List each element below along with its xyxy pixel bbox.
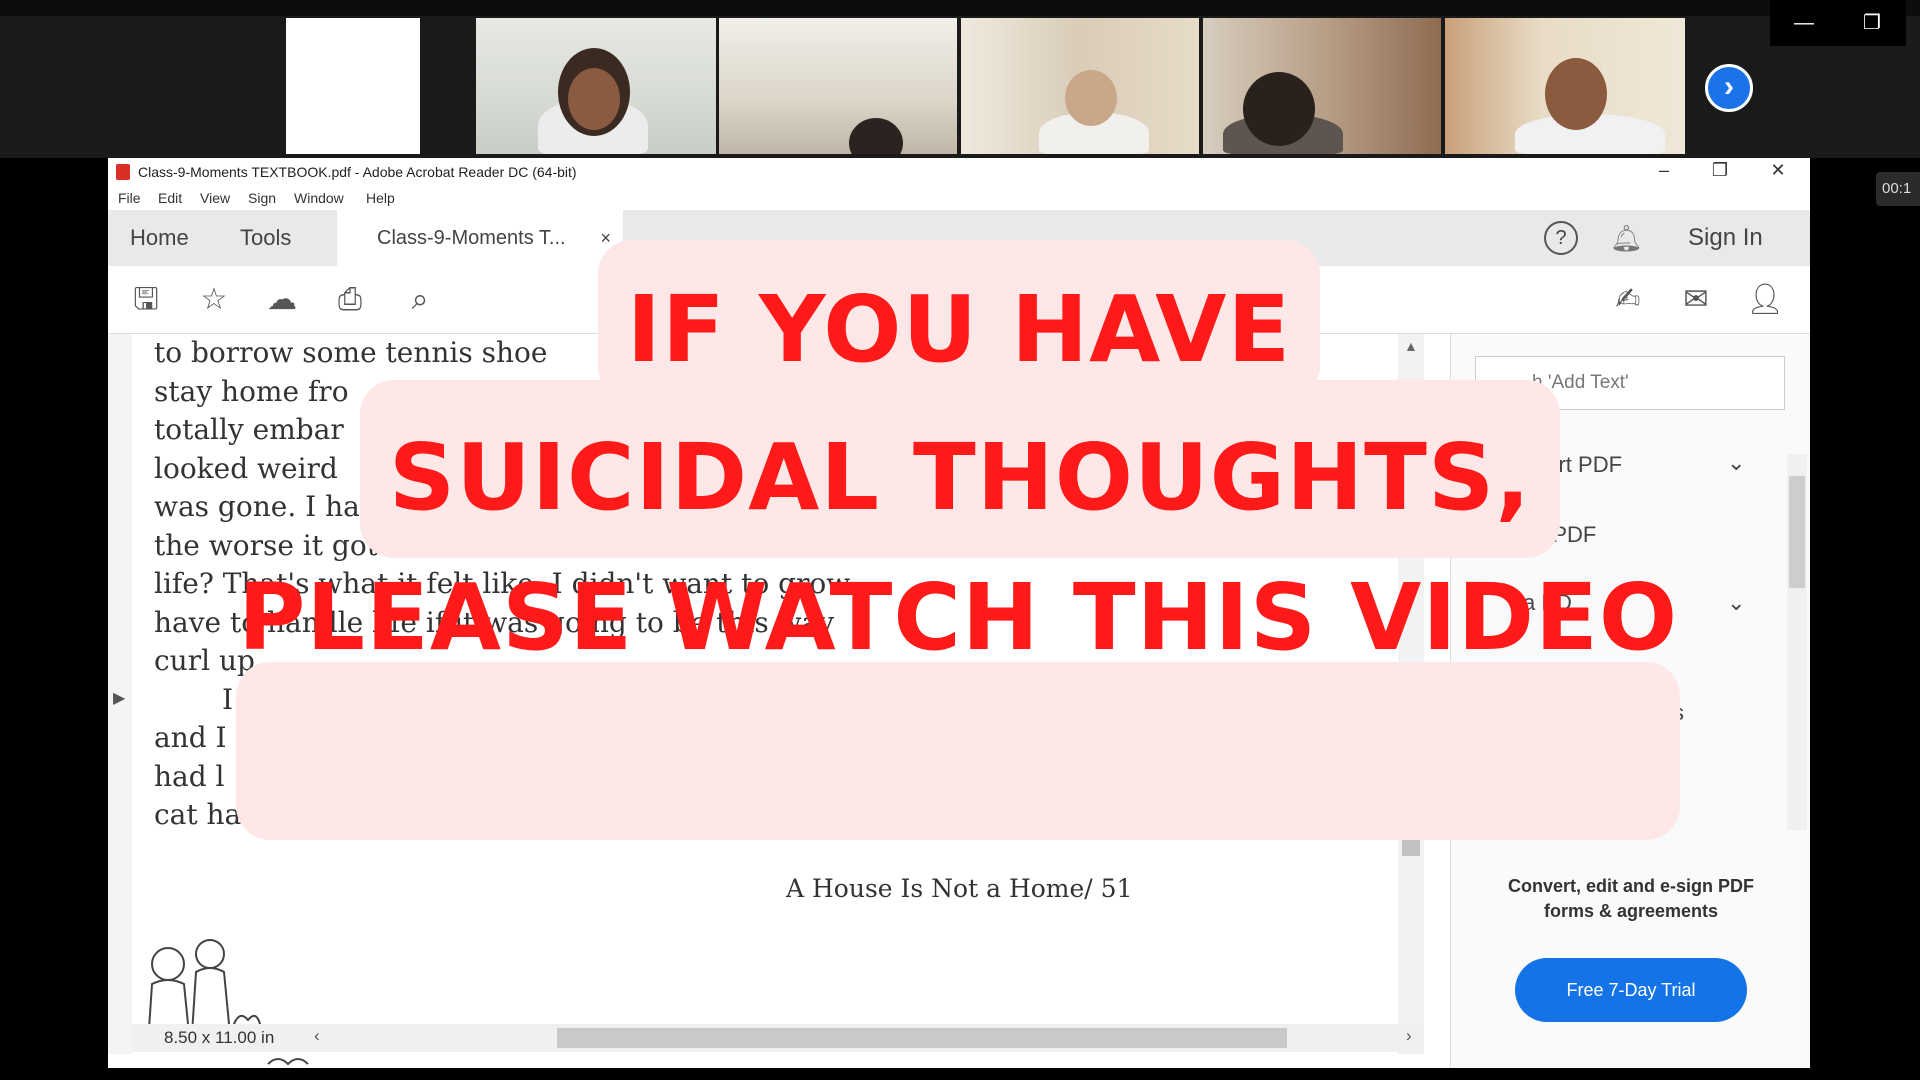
video-tile-participant-3[interactable] (961, 18, 1199, 154)
scroll-right-icon[interactable]: › (1406, 1026, 1412, 1046)
tab-tools[interactable]: Tools (240, 210, 291, 266)
overlay-line-1: IF YOU HAVE (626, 276, 1292, 383)
chevron-down-icon[interactable]: ⌄ (1727, 450, 1745, 476)
bell-icon[interactable]: 🔔︎ (1610, 210, 1643, 266)
star-icon[interactable]: ☆ (196, 282, 232, 318)
restore-button[interactable]: ❐ (1838, 0, 1906, 46)
free-trial-button[interactable]: Free 7-Day Trial (1515, 958, 1747, 1022)
promo-line: Convert, edit and e-sign PDF (1507, 876, 1755, 896)
help-icon[interactable]: ? (1544, 221, 1578, 255)
chevron-down-icon[interactable]: ⌄ (1727, 590, 1745, 616)
pane-scrollbar[interactable] (1787, 454, 1807, 830)
horizontal-scrollbar[interactable]: 8.50 x 11.00 in ‹ › (132, 1024, 1422, 1052)
video-tile-participant-2[interactable] (719, 18, 957, 154)
left-rail: ▶ (108, 334, 132, 1054)
pane-scroll-thumb[interactable] (1789, 476, 1805, 588)
menu-help[interactable]: Help (366, 190, 395, 206)
menu-window[interactable]: Window (294, 190, 344, 206)
minimize-icon: — (1794, 12, 1814, 34)
window-restore-button[interactable]: ❐ (1700, 160, 1740, 181)
restore-icon: ❐ (1863, 12, 1881, 34)
tab-home[interactable]: Home (130, 210, 189, 266)
chevron-right-icon: › (1724, 70, 1734, 103)
overlay-line-3: PLEASE WATCH THIS VIDEO (237, 564, 1679, 671)
sign-in-button[interactable]: Sign In (1688, 210, 1763, 266)
scroll-up-icon[interactable]: ▲ (1404, 338, 1418, 354)
scroll-thumb-horizontal[interactable] (557, 1028, 1287, 1048)
minimize-button[interactable]: — (1770, 0, 1838, 46)
top-bar (0, 0, 1920, 16)
page-footer: A House Is Not a Home/ 51 (786, 874, 1133, 903)
expand-panel-icon[interactable]: ▶ (113, 688, 125, 708)
video-tile-participant-5[interactable] (1445, 18, 1685, 154)
promo-line: forms & agreements (1543, 901, 1719, 921)
title-bar: Class-9-Moments TEXTBOOK.pdf - Adobe Acr… (108, 158, 1810, 186)
menu-view[interactable]: View (200, 190, 230, 206)
scroll-left-icon[interactable]: ‹ (314, 1026, 320, 1046)
participant-face (1545, 58, 1607, 130)
tab-document[interactable]: Class-9-Moments T... × (337, 210, 623, 266)
print-icon[interactable]: ⎙ (332, 282, 368, 318)
add-user-icon[interactable]: 👤︎ (1746, 282, 1784, 318)
window-title: Class-9-Moments TEXTBOOK.pdf - Adobe Acr… (138, 164, 577, 180)
participant-head (849, 118, 903, 154)
video-tile-blank[interactable] (286, 18, 420, 154)
overlay-line-2: SUICIDAL THOUGHTS, (388, 424, 1532, 531)
menu-file[interactable]: File (118, 190, 141, 206)
cloud-upload-icon[interactable]: ☁︎ (264, 282, 300, 318)
banner-background-3 (236, 662, 1680, 840)
window-minimize-button[interactable]: – (1644, 160, 1684, 181)
page-size: 8.50 x 11.00 in (164, 1028, 275, 1047)
video-tile-participant-4[interactable] (1203, 18, 1441, 154)
sign-icon[interactable]: ✍︎ (1610, 282, 1646, 318)
video-gallery-strip: › (0, 0, 1920, 158)
video-tile-participant-1[interactable] (476, 18, 716, 154)
promo-text: Convert, edit and e-sign PDF forms & agr… (1451, 874, 1810, 924)
menu-edit[interactable]: Edit (158, 190, 182, 206)
participant-face (1065, 70, 1117, 126)
meeting-timer: 00:1 (1876, 172, 1920, 206)
participant-head (1243, 72, 1315, 146)
zoom-out-icon[interactable]: ⌕ (402, 282, 438, 318)
pdf-icon (116, 164, 130, 180)
save-icon[interactable]: 🖫︎ (128, 282, 164, 318)
window-close-button[interactable]: ✕ (1758, 160, 1798, 181)
mail-icon[interactable]: ✉︎ (1678, 282, 1714, 318)
menu-sign[interactable]: Sign (248, 190, 276, 206)
participant-face (568, 68, 620, 130)
next-page-button[interactable]: › (1705, 64, 1753, 112)
menu-bar: File Edit View Sign Window Help (108, 186, 1810, 210)
document-tab-label: Class-9-Moments T... (377, 227, 566, 249)
